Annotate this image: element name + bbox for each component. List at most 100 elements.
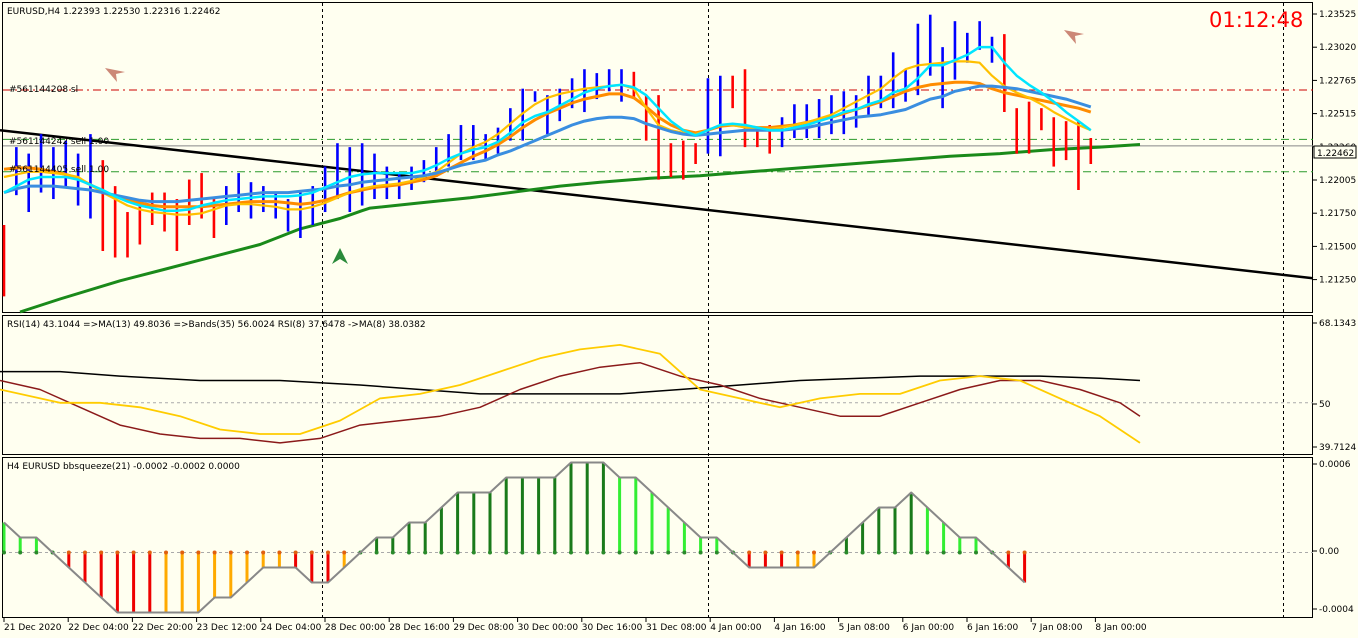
squeeze-dot	[925, 550, 930, 555]
time-tick-label: 31 Dec 08:00	[646, 623, 707, 633]
rsi-header: RSI(14) 43.1044 =>MA(13) 49.8036 =>Bands…	[7, 320, 426, 330]
squeeze-dot	[682, 550, 687, 555]
squeeze-dot	[99, 550, 104, 555]
price-tick-label: 1.22515	[1319, 110, 1356, 120]
squeeze-dot	[552, 550, 557, 555]
squeeze-dot	[180, 550, 185, 555]
squeeze-dot	[714, 550, 719, 555]
rsi-panel[interactable]	[2, 315, 1313, 455]
bbs-tick-label: -0.0004	[1319, 605, 1354, 615]
squeeze-dot	[293, 550, 298, 555]
price-tick-label: 1.21750	[1319, 209, 1356, 219]
squeeze-dot	[131, 550, 136, 555]
squeeze-dot	[860, 550, 865, 555]
bbs-tick-label: 0.0006	[1319, 460, 1351, 470]
order-label-sell-1: #561144242 sell 1.00	[9, 137, 109, 147]
squeeze-dot	[957, 550, 962, 555]
squeeze-dot	[666, 550, 671, 555]
squeeze-dot	[390, 550, 395, 555]
squeeze-dot	[212, 550, 217, 555]
squeeze-dot	[763, 550, 768, 555]
squeeze-dot	[66, 550, 71, 555]
rsi-tick-label: 50	[1319, 400, 1331, 410]
rsi-tick-label: 68.1343	[1319, 319, 1356, 329]
time-tick-label: 6 Jan 00:00	[903, 623, 955, 633]
price-tick-label: 1.21250	[1319, 276, 1356, 286]
squeeze-dot	[261, 550, 266, 555]
squeeze-dot	[277, 550, 282, 555]
squeeze-dot	[585, 550, 590, 555]
trading-chart[interactable]: 1.235251.230201.227651.225151.222601.220…	[0, 0, 1358, 638]
squeeze-dot	[747, 550, 752, 555]
time-tick-label: 21 Dec 2020	[4, 623, 62, 633]
squeeze-dot	[1022, 550, 1027, 555]
bbs-tick-label: 0.00	[1319, 547, 1339, 557]
squeeze-dot	[83, 550, 87, 555]
squeeze-dot	[147, 550, 152, 555]
main-header: EURUSD,H4 1.22393 1.22530 1.22316 1.2246…	[7, 7, 220, 17]
squeeze-dot	[974, 550, 978, 555]
time-tick-label: 7 Jan 08:00	[1031, 623, 1083, 633]
time-tick-label: 6 Jan 16:00	[967, 623, 1019, 633]
time-tick-label: 28 Dec 16:00	[389, 623, 450, 633]
order-label-sl: #561144208 sl	[9, 85, 78, 95]
squeeze-dot	[698, 550, 703, 555]
bbsqueeze-header: H4 EURUSD bbsqueeze(21) -0.0002 -0.0002 …	[7, 462, 240, 472]
squeeze-dot	[309, 550, 314, 555]
squeeze-dot	[536, 550, 541, 555]
squeeze-dot	[633, 550, 638, 555]
time-tick-label: 24 Dec 04:00	[261, 623, 322, 633]
squeeze-dot	[18, 550, 23, 555]
time-tick-label: 8 Jan 00:00	[1095, 623, 1147, 633]
time-tick-label: 22 Dec 20:00	[132, 623, 193, 633]
time-tick-label: 4 Jan 16:00	[774, 623, 826, 633]
time-tick-label: 28 Dec 00:00	[325, 623, 386, 633]
rsi-tick-label: 39.7124	[1319, 443, 1356, 453]
squeeze-dot	[893, 550, 897, 555]
price-tick-label: 1.23020	[1319, 43, 1356, 53]
squeeze-dot	[326, 550, 330, 555]
time-tick-label: 5 Jan 08:00	[839, 623, 891, 633]
time-tick-label: 4 Jan 00:00	[710, 623, 762, 633]
squeeze-dot	[617, 550, 622, 555]
current-price-label: 1.22462	[1317, 149, 1354, 159]
squeeze-dot	[1006, 550, 1011, 555]
squeeze-dot	[115, 550, 120, 555]
squeeze-dot	[650, 550, 654, 555]
squeeze-dot	[455, 550, 460, 555]
squeeze-dot	[423, 550, 428, 555]
squeeze-dot	[34, 550, 39, 555]
price-tick-label: 1.23525	[1319, 10, 1356, 20]
squeeze-dot	[342, 550, 347, 555]
price-tick-label: 1.22765	[1319, 76, 1356, 86]
price-tick-label: 1.21500	[1319, 242, 1356, 252]
squeeze-dot	[601, 550, 606, 555]
server-clock: 01:12:48	[1209, 8, 1303, 32]
squeeze-dot	[439, 550, 444, 555]
time-tick-label: 30 Dec 00:00	[518, 623, 579, 633]
squeeze-dot	[488, 550, 492, 555]
squeeze-dot	[407, 550, 411, 555]
squeeze-dot	[504, 550, 509, 555]
squeeze-dot	[795, 550, 800, 555]
time-tick-label: 30 Dec 16:00	[582, 623, 643, 633]
time-tick-label: 29 Dec 08:00	[453, 623, 514, 633]
squeeze-dot	[196, 550, 201, 555]
order-label-sell-2: #561144405 sell 1.00	[9, 165, 109, 175]
time-tick-label: 22 Dec 04:00	[68, 623, 129, 633]
squeeze-dot	[941, 550, 946, 555]
squeeze-dot	[569, 550, 573, 555]
squeeze-dot	[471, 550, 476, 555]
price-tick-label: 1.22005	[1319, 176, 1356, 186]
squeeze-dot	[2, 550, 6, 555]
squeeze-dot	[245, 550, 249, 555]
squeeze-dot	[812, 550, 816, 555]
squeeze-dot	[228, 550, 233, 555]
squeeze-dot	[164, 550, 168, 555]
squeeze-dot	[520, 550, 525, 555]
squeeze-dot	[844, 550, 849, 555]
squeeze-dot	[374, 550, 379, 555]
squeeze-dot	[779, 550, 784, 555]
squeeze-dot	[909, 550, 914, 555]
time-tick-label: 23 Dec 12:00	[197, 623, 258, 633]
